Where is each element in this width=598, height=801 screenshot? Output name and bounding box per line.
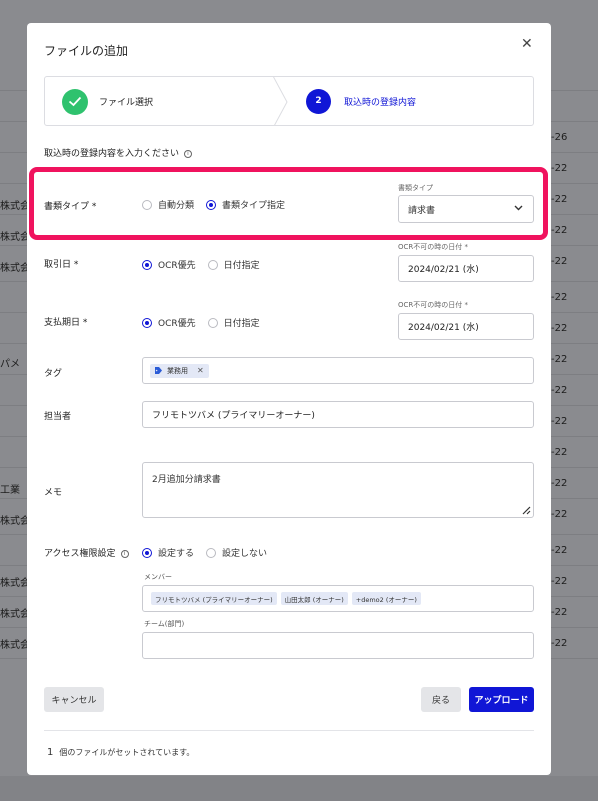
tag-label: タグ [44,369,63,379]
memo-textarea[interactable]: 2月追加分請求書 [142,462,534,518]
tag-chip-label: 業務用 [167,366,188,375]
radio-icon [207,259,218,270]
bg-date-text: -22 [551,638,568,649]
step1-label: ファイル選択 [99,98,154,108]
radio-access-unset[interactable]: 設定しない [206,546,267,559]
radio-ocr-priority[interactable]: OCR優先 [142,316,196,329]
tag-input[interactable]: 業務用 ✕ [142,357,534,384]
radio-icon [207,317,218,328]
access-label: アクセス権限設定 i [44,546,129,559]
bg-row-text: 株式会 [0,201,30,212]
due-date-label: 支払期日 * [44,318,88,328]
stepper: ファイル選択 2 取込時の登録内容 [44,76,534,126]
file-count: 1 [47,747,54,758]
due-date-caption: OCR不可の時の日付 * [398,301,468,309]
transaction-date-label: 取引日 * [44,260,79,270]
bg-row-text: 株式会 [0,263,30,274]
transaction-date-radio-group: OCR優先 日付指定 [142,258,272,271]
bg-row-text: パメ [0,359,20,370]
dialog-title: ファイルの追加 [44,44,129,58]
bg-date-text: -22 [551,576,568,587]
file-add-dialog: ファイルの追加 ✕ ファイル選択 2 取込時の登録内容 取込時の登録内容を入力く… [27,23,551,775]
radio-ocr-priority[interactable]: OCR優先 [142,258,196,271]
info-icon[interactable]: i [184,150,193,158]
bg-row-text: 株式会 [0,640,30,651]
radio-selected-icon [142,259,152,270]
bg-row-text: 株式会 [0,578,30,589]
due-date-radio-group: OCR優先 日付指定 [142,316,272,329]
member-chip: フリモトツバメ (プライマリーオーナー) [151,592,277,605]
members-field[interactable]: フリモトツバメ (プライマリーオーナー) 山田太郎 (オーナー) +demo2 … [142,585,534,612]
step2-label: 取込時の登録内容 [344,98,417,108]
bg-date-text: -22 [551,447,568,458]
back-button[interactable]: 戻る [421,687,461,712]
radio-icon [206,547,217,558]
bg-date-text: -26 [551,132,568,143]
bg-date-text: -22 [551,163,568,174]
highlight-annotation [29,167,548,240]
info-icon[interactable]: i [120,550,129,558]
bg-bottom-bar [0,776,598,801]
bg-date-text: -22 [551,478,568,489]
radio-selected-icon [142,547,152,558]
member-chip: 山田太郎 (オーナー) [280,592,348,605]
radio-date-label: 日付指定 [223,319,260,329]
bg-date-text: -22 [551,256,568,267]
close-icon[interactable]: ✕ [197,366,204,375]
transaction-date-field[interactable]: 2024/02/21 (水) [398,255,534,282]
assignee-label: 担当者 [44,412,72,422]
step-divider-icon [273,77,288,125]
bg-date-text: -22 [551,225,568,236]
bg-date-text: -22 [551,545,568,556]
members-caption: メンバー [144,573,172,581]
assignee-field[interactable]: フリモトツバメ (プライマリーオーナー) [142,401,534,428]
bg-date-text: -22 [551,385,568,396]
file-count-status: 1 個のファイルがセットされています。 [47,747,194,758]
tag-icon [155,367,162,374]
bg-date-text: -22 [551,354,568,365]
radio-date-specify[interactable]: 日付指定 [207,258,260,271]
form-subtitle-text: 取込時の登録内容を入力ください [44,149,180,159]
bg-date-text: -22 [551,194,568,205]
resize-grip-icon[interactable] [521,505,531,515]
radio-ocr-label: OCR優先 [158,261,196,271]
upload-button[interactable]: アップロード [469,687,534,712]
form-subtitle: 取込時の登録内容を入力ください i [44,146,193,159]
bg-date-text: -22 [551,416,568,427]
radio-selected-icon [142,317,152,328]
bg-row-text: 株式会 [0,516,30,527]
bg-row-text: 株式会 [0,609,30,620]
bg-date-text: -22 [551,323,568,334]
bg-date-text: -22 [551,607,568,618]
team-caption: チーム(部門) [144,620,185,628]
due-date-field[interactable]: 2024/02/21 (水) [398,313,534,340]
radio-access-set-label: 設定する [158,549,195,559]
radio-access-set[interactable]: 設定する [142,546,194,559]
memo-value: 2月追加分請求書 [152,475,221,485]
access-label-text: アクセス権限設定 [44,549,116,559]
bg-date-text: -22 [551,292,568,303]
member-chip: +demo2 (オーナー) [351,592,421,605]
cancel-button[interactable]: キャンセル [44,687,104,712]
due-date-value: 2024/02/21 (水) [408,323,479,333]
assignee-value: フリモトツバメ (プライマリーオーナー) [152,411,315,421]
step2-number: 2 [306,89,331,114]
radio-date-specify[interactable]: 日付指定 [207,316,260,329]
bg-date-text: -22 [551,509,568,520]
radio-date-label: 日付指定 [223,261,260,271]
transaction-date-caption: OCR不可の時の日付 * [398,243,468,251]
radio-access-unset-label: 設定しない [222,549,268,559]
check-icon [62,89,88,115]
memo-label: メモ [44,488,63,498]
team-field[interactable] [142,632,534,659]
transaction-date-value: 2024/02/21 (水) [408,265,479,275]
tag-chip: 業務用 ✕ [150,363,209,378]
close-icon[interactable]: ✕ [521,37,535,51]
footer-divider [44,730,534,731]
access-radio-group: 設定する 設定しない [142,546,279,559]
bg-row-text: 工業 [0,485,20,496]
bg-row-text: 株式会 [0,232,30,243]
file-count-text: 個のファイルがセットされています。 [59,748,195,757]
radio-ocr-label: OCR優先 [158,319,196,329]
